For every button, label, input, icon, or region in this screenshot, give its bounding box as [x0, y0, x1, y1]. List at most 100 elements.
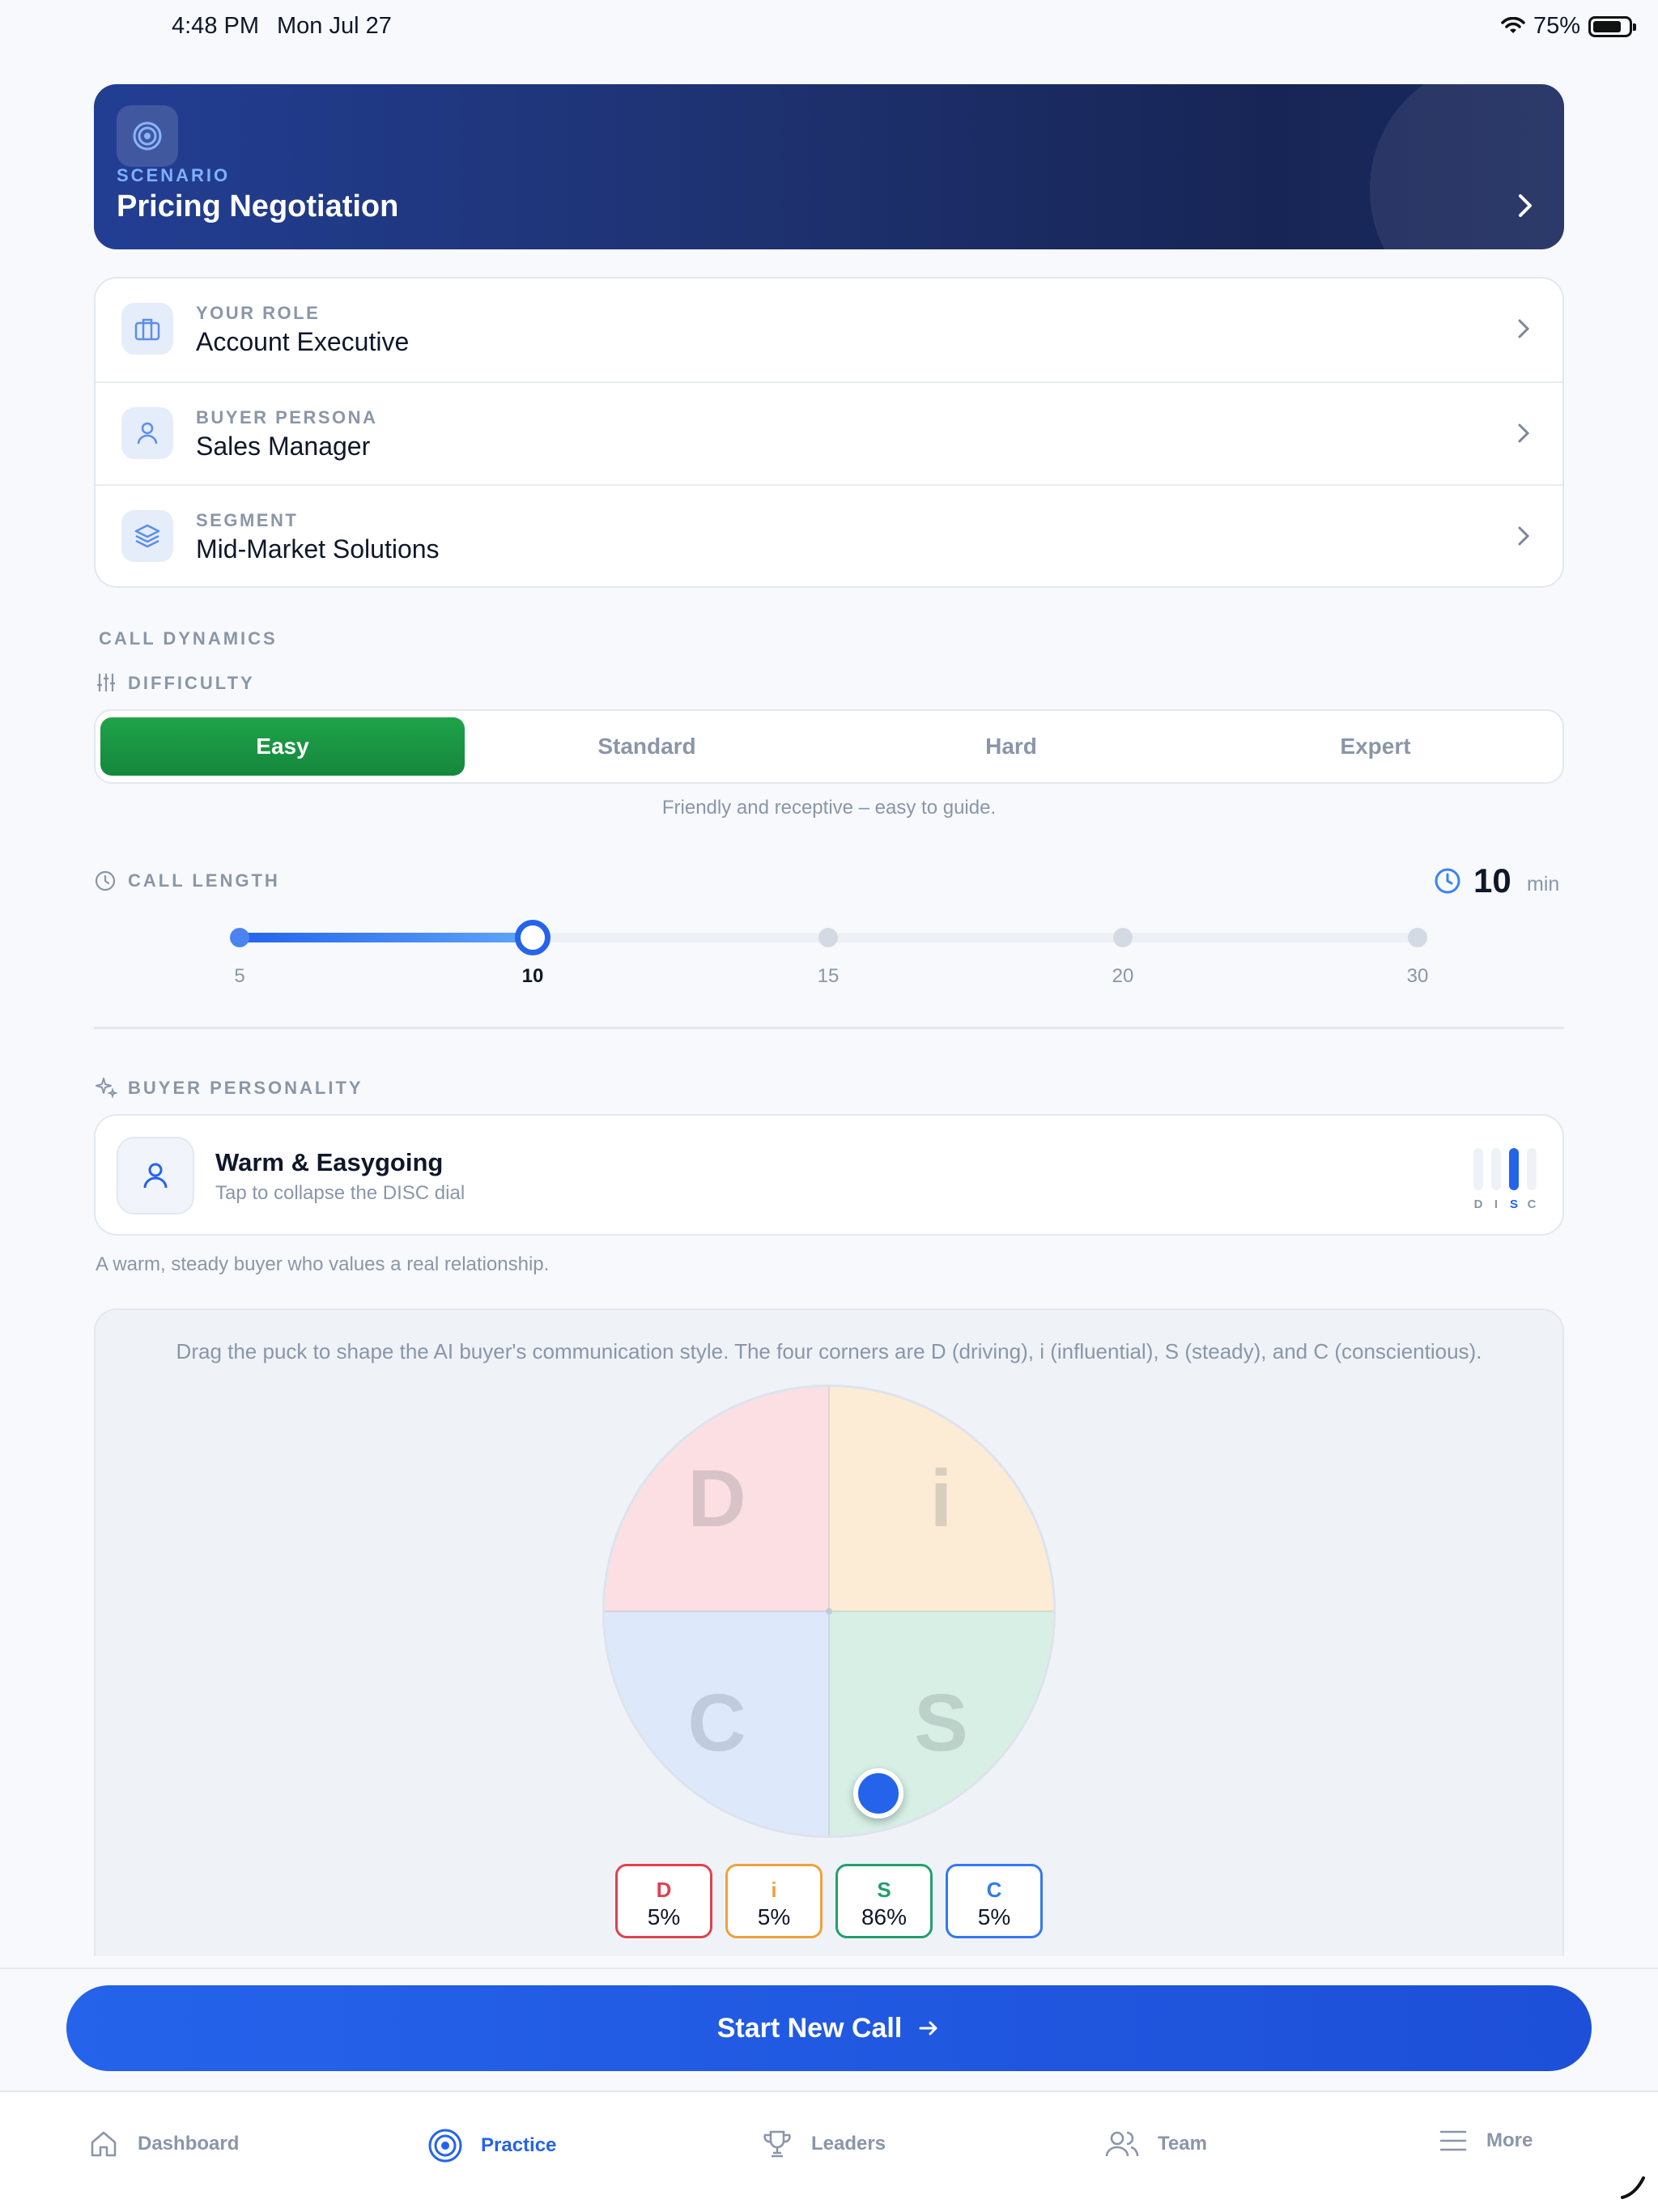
buyer-personality-label: BUYER PERSONALITY — [128, 1078, 363, 1098]
chevron-right-icon — [1518, 526, 1530, 546]
sparkles-icon — [96, 1078, 118, 1099]
chip-value: 5% — [647, 1904, 681, 1929]
call-length-thumb[interactable] — [515, 920, 551, 955]
person-icon — [117, 1137, 194, 1214]
call-length-fill — [240, 933, 533, 942]
persona-value: Sales Manager — [196, 432, 371, 461]
chip-value: 86% — [861, 1904, 908, 1929]
mini-bar-d — [1473, 1148, 1483, 1190]
difficulty-expert[interactable]: Expert — [1193, 717, 1558, 776]
tab-bar: Dashboard Practice Leaders Team More — [0, 2091, 1658, 2212]
personality-title: Warm & Easygoing — [215, 1148, 444, 1176]
tab-label: More — [1486, 2129, 1533, 2151]
slider-stop-30[interactable] — [1408, 928, 1427, 947]
disc-chip-c: C 5% — [946, 1864, 1043, 1938]
settings-list: YOUR ROLE Account Executive BUYER PERSON… — [94, 277, 1564, 588]
segment-value: Mid-Market Solutions — [196, 534, 440, 564]
target-icon — [428, 2129, 462, 2163]
role-key: YOUR ROLE — [196, 303, 321, 323]
disc-puck[interactable] — [853, 1768, 903, 1819]
segment-key: SEGMENT — [196, 510, 299, 530]
status-date: Mon Jul 27 — [277, 13, 392, 39]
personality-card[interactable]: Warm & Easygoing Tap to collapse the DIS… — [94, 1114, 1564, 1236]
tick-label: 30 — [1406, 965, 1429, 987]
status-time: 4:48 PM — [172, 13, 259, 39]
quadrant-c: C — [605, 1611, 829, 1836]
sliders-icon — [97, 674, 115, 691]
clock-icon — [95, 870, 116, 891]
target-icon — [117, 105, 178, 167]
difficulty-selector: Easy Standard Hard Expert — [94, 709, 1564, 784]
divider — [94, 1027, 1564, 1029]
start-new-call-button[interactable]: Start New Call — [66, 1985, 1592, 2071]
mini-bar-i — [1491, 1148, 1501, 1190]
dial-center — [826, 1608, 832, 1614]
status-bar: 4:48 PM Mon Jul 27 75% — [0, 0, 1658, 52]
segment-row[interactable]: SEGMENT Mid-Market Solutions — [96, 484, 1562, 586]
slider-stop-20[interactable] — [1113, 928, 1133, 947]
mini-bar-s — [1509, 1148, 1519, 1190]
mini-bar-label: D — [1473, 1197, 1483, 1211]
difficulty-standard[interactable]: Standard — [465, 717, 829, 776]
persona-key: BUYER PERSONA — [196, 407, 378, 428]
persona-row[interactable]: BUYER PERSONA Sales Manager — [96, 381, 1562, 484]
chip-value: 5% — [977, 1904, 1011, 1929]
chip-letter: C — [986, 1878, 1002, 1902]
chevron-right-icon — [1518, 319, 1530, 338]
menu-icon — [1439, 2130, 1467, 2151]
wifi-icon — [1501, 16, 1525, 33]
decorative-circle — [1370, 84, 1564, 249]
tab-practice[interactable]: Practice — [427, 2128, 556, 2163]
tab-team[interactable]: Team — [1104, 2128, 1207, 2160]
arrow-right-icon — [919, 2021, 937, 2035]
quadrant-d: D — [605, 1387, 829, 1611]
slider-stop-15[interactable] — [818, 928, 838, 947]
call-length-unit: min — [1527, 873, 1560, 895]
disc-instructions: Drag the puck to shape the AI buyer's co… — [176, 1339, 1482, 1363]
difficulty-hard[interactable]: Hard — [829, 717, 1193, 776]
tick-label: 5 — [234, 965, 245, 987]
personality-subtitle: Tap to collapse the DISC dial — [215, 1182, 466, 1204]
disc-mini-bars: D I S C — [1473, 1143, 1540, 1211]
cta-label: Start New Call — [716, 2012, 903, 2044]
tab-dashboard[interactable]: Dashboard — [87, 2128, 239, 2160]
chip-letter: D — [656, 1878, 672, 1902]
disc-dial[interactable]: D i C S — [602, 1385, 1056, 1838]
tick-label: 10 — [521, 965, 544, 987]
person-icon — [121, 407, 173, 459]
mini-bar-label: I — [1494, 1197, 1499, 1211]
mini-bar-label: S — [1509, 1197, 1518, 1211]
chevron-right-icon — [1518, 423, 1530, 443]
call-length-value: 10 — [1473, 861, 1511, 900]
disc-chip-s: S 86% — [835, 1864, 933, 1938]
disc-chip-i: i 5% — [725, 1864, 823, 1938]
tab-label: Dashboard — [138, 2133, 240, 2155]
tab-label: Leaders — [811, 2133, 886, 2155]
scenario-kicker: SCENARIO — [117, 165, 231, 185]
tab-label: Team — [1158, 2133, 1207, 2155]
tab-label: Practice — [481, 2134, 557, 2156]
briefcase-icon — [121, 303, 173, 355]
chip-value: 5% — [757, 1904, 791, 1929]
call-dynamics-label: CALL DYNAMICS — [99, 628, 278, 649]
role-value: Account Executive — [196, 327, 410, 356]
tab-more[interactable]: More — [1438, 2128, 1533, 2154]
tick-label: 15 — [817, 965, 840, 987]
users-icon — [1105, 2131, 1139, 2157]
home-icon — [91, 2131, 117, 2157]
mini-bar-c — [1527, 1148, 1537, 1190]
role-row[interactable]: YOUR ROLE Account Executive — [96, 279, 1562, 381]
tab-leaders[interactable]: Leaders — [761, 2128, 886, 2160]
disc-chip-d: D 5% — [615, 1864, 712, 1938]
scenario-title: Pricing Negotiation — [117, 189, 399, 223]
slider-stop-5[interactable] — [230, 928, 249, 947]
chevron-right-icon — [1519, 194, 1532, 217]
clock-icon — [1435, 868, 1460, 894]
chip-letter: S — [877, 1878, 891, 1902]
call-length-label: CALL LENGTH — [128, 870, 280, 891]
difficulty-hint: Friendly and receptive – easy to guide. — [661, 797, 997, 819]
tick-label: 20 — [1112, 965, 1134, 987]
scenario-card[interactable]: SCENARIO Pricing Negotiation — [94, 84, 1564, 249]
personality-description: A warm, steady buyer who values a real r… — [96, 1253, 550, 1275]
difficulty-easy[interactable]: Easy — [100, 717, 465, 776]
